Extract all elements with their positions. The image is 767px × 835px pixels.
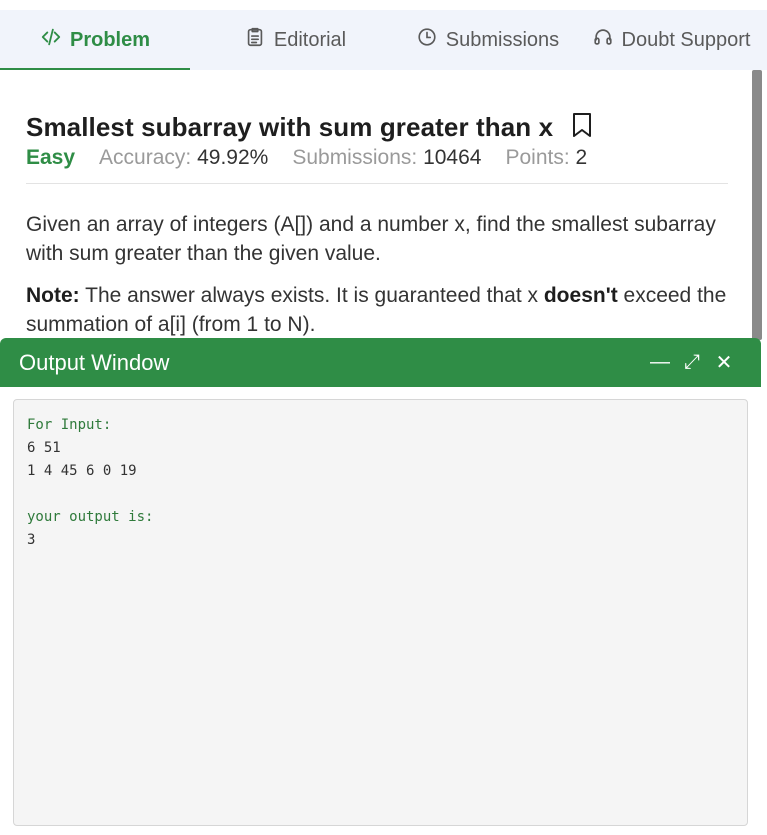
console-line: 6 51 <box>27 440 61 456</box>
console-line: 1 4 45 6 0 19 <box>27 463 137 479</box>
code-icon <box>40 26 62 54</box>
console-line: your output is: <box>27 509 154 525</box>
problem-description: Given an array of integers (A[]) and a n… <box>26 213 716 265</box>
expand-icon[interactable]: ⤢ <box>681 351 703 374</box>
tab-submissions-label: Submissions <box>445 28 560 51</box>
output-window-header: Output Window — ⤢ ✕ <box>0 338 761 387</box>
output-panel: For Input: 6 51 1 4 45 6 0 19 your outpu… <box>0 387 761 835</box>
window-controls: — ⤢ ✕ <box>649 350 735 375</box>
scrollbar[interactable] <box>752 70 762 340</box>
tab-problem[interactable]: Problem <box>0 10 190 70</box>
accuracy-label: Accuracy: <box>99 146 192 169</box>
accuracy-value: 49.92% <box>197 146 269 169</box>
clock-icon <box>416 26 438 54</box>
submissions-label: Submissions: <box>292 146 418 169</box>
console-line: 3 <box>27 532 36 548</box>
problem-title: Smallest subarray with sum greater than … <box>26 112 554 142</box>
problem-meta: Easy Accuracy: 49.92% Submissions: 10464… <box>26 146 611 170</box>
title-row: Smallest subarray with sum greater than … <box>26 112 593 143</box>
points-label: Points: <box>505 146 570 169</box>
headset-icon <box>592 26 614 54</box>
points-value: 2 <box>575 146 588 169</box>
tab-doubt-support-label: Doubt Support <box>621 28 751 51</box>
note-bold: doesn't <box>543 284 618 307</box>
problem-note: Note: The answer always exists. It is gu… <box>26 281 728 339</box>
close-icon[interactable]: ✕ <box>713 350 735 375</box>
tab-problem-label: Problem <box>69 28 151 51</box>
top-strip <box>0 0 767 10</box>
tab-editorial-label: Editorial <box>273 28 347 51</box>
minimize-icon[interactable]: — <box>649 351 671 374</box>
console-line: For Input: <box>27 417 112 433</box>
difficulty-badge: Easy <box>26 146 76 169</box>
submissions-value: 10464 <box>423 146 482 169</box>
tab-editorial[interactable]: Editorial <box>190 10 400 70</box>
tab-submissions[interactable]: Submissions <box>400 10 575 70</box>
tab-doubt-support[interactable]: Doubt Support <box>575 10 767 70</box>
note-text-1: The answer always exists. It is guarante… <box>79 284 544 307</box>
divider <box>26 183 728 184</box>
tab-bar: Problem Editorial Submissions Doubt Supp… <box>0 10 767 70</box>
output-console: For Input: 6 51 1 4 45 6 0 19 your outpu… <box>13 399 748 826</box>
output-window-title: Output Window <box>19 349 170 375</box>
document-icon <box>244 26 266 54</box>
bookmark-icon[interactable] <box>571 112 593 143</box>
note-label: Note: <box>26 284 80 307</box>
